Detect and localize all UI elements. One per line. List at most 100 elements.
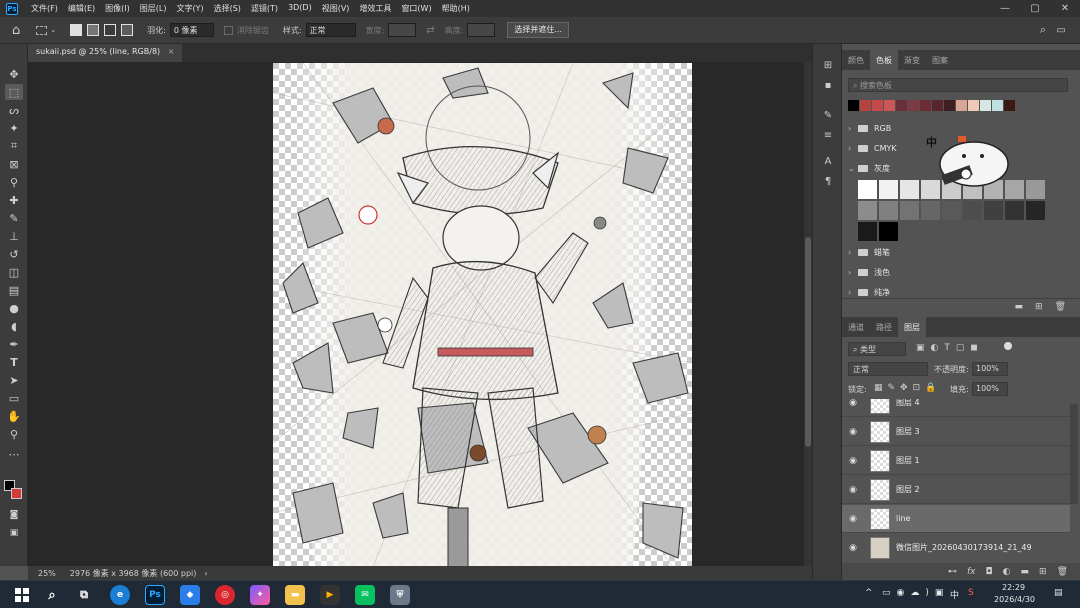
filter-toggle-icon[interactable] xyxy=(1004,342,1012,350)
width-input[interactable] xyxy=(388,23,417,37)
chevron-right-icon[interactable]: › xyxy=(848,248,858,257)
chevron-right-icon[interactable]: › xyxy=(848,268,858,277)
menu-item[interactable]: 编辑(E) xyxy=(63,3,100,14)
quick-mask-icon[interactable]: ◙ xyxy=(5,507,23,523)
wechat-icon[interactable]: ✉ xyxy=(355,585,375,605)
menu-item[interactable]: 窗口(W) xyxy=(396,3,436,14)
gray-swatch[interactable] xyxy=(879,201,898,220)
screen-mode-icon[interactable]: ▣ xyxy=(5,525,23,541)
type-tool-icon[interactable]: T xyxy=(5,354,23,370)
visibility-eye-icon[interactable]: ◉ xyxy=(842,456,864,466)
dodge-tool-icon[interactable]: ◖ xyxy=(5,318,23,334)
rect-marquee-icon[interactable] xyxy=(36,25,48,35)
swatch-search-input[interactable]: ⌕ 搜索色板 xyxy=(848,78,1068,92)
notifications-icon[interactable]: ▤ xyxy=(1054,588,1063,598)
layer-filter-icons[interactable]: ▣◐T▢◼ xyxy=(916,343,984,353)
healing-brush-icon[interactable]: ✚ xyxy=(5,192,23,208)
recent-swatch[interactable] xyxy=(872,100,883,111)
blur-tool-icon[interactable]: ● xyxy=(5,300,23,316)
gray-swatch[interactable] xyxy=(942,201,961,220)
hand-tool-icon[interactable]: ✋ xyxy=(5,408,23,424)
workspace-icon[interactable]: ▭ xyxy=(1057,25,1066,36)
marquee-tool-icon[interactable]: ⬚ xyxy=(5,84,23,100)
maximize-button[interactable]: ▢ xyxy=(1020,0,1050,17)
edge-icon[interactable]: e xyxy=(110,585,130,605)
new-group-icon[interactable]: ▬ xyxy=(1015,302,1024,312)
recent-swatch[interactable] xyxy=(980,100,991,111)
visibility-eye-icon[interactable]: ◉ xyxy=(842,485,864,495)
vertical-scrollbar[interactable] xyxy=(804,62,812,566)
feather-input[interactable]: 0 像素 xyxy=(169,23,214,37)
new-selection-icon[interactable] xyxy=(70,24,83,36)
gray-swatch[interactable] xyxy=(921,201,940,220)
layer-row[interactable]: ◉ 图层 3 xyxy=(842,418,1070,446)
gradient-tool-icon[interactable]: ▤ xyxy=(5,282,23,298)
recent-swatch[interactable] xyxy=(968,100,979,111)
layer-row[interactable]: ◉ 图层 1 xyxy=(842,447,1070,475)
paragraph-panel-icon[interactable]: ¶ xyxy=(820,176,836,190)
file-explorer-icon[interactable]: ▬ xyxy=(285,585,305,605)
lock-icons[interactable]: ▦✎✥⊡🔒 xyxy=(874,383,941,393)
netease-music-icon[interactable]: ◎ xyxy=(215,585,235,605)
menu-item[interactable]: 图像(I) xyxy=(100,3,135,14)
chevron-right-icon[interactable]: › xyxy=(848,144,858,153)
clone-stamp-icon[interactable]: ⊥ xyxy=(5,228,23,244)
link-layers-icon[interactable]: ⊷ xyxy=(948,567,957,577)
swap-icon[interactable]: ⇄ xyxy=(426,25,434,36)
security-app-icon[interactable]: ⛨ xyxy=(390,585,410,605)
intersect-selection-icon[interactable] xyxy=(121,24,134,36)
gray-swatch[interactable] xyxy=(858,201,877,220)
fx-icon[interactable]: fx xyxy=(967,567,976,577)
recent-swatch[interactable] xyxy=(992,100,1003,111)
tab-gradients[interactable]: 渐变 xyxy=(898,50,926,70)
recent-swatch[interactable] xyxy=(956,100,967,111)
minimize-button[interactable]: — xyxy=(990,0,1020,17)
tool-preset-chevron-icon[interactable]: ⌄ xyxy=(50,26,56,34)
eyedropper-icon[interactable]: ⚲ xyxy=(5,174,23,190)
menu-item[interactable]: 文字(Y) xyxy=(171,3,208,14)
tab-swatches[interactable]: 色板 xyxy=(870,50,898,70)
brush-panel-icon[interactable]: ✎ xyxy=(820,110,836,124)
new-swatch-icon[interactable]: ⊞ xyxy=(1035,302,1043,312)
subtract-selection-icon[interactable] xyxy=(104,24,117,36)
swatch-group[interactable]: › RGB xyxy=(848,120,891,136)
select-and-mask-button[interactable]: 选择并遮住... xyxy=(507,22,569,38)
magic-wand-icon[interactable]: ✦ xyxy=(5,120,23,136)
visibility-eye-icon[interactable]: ◉ xyxy=(842,427,864,437)
recent-swatch[interactable] xyxy=(848,100,859,111)
opacity-input[interactable]: 100% xyxy=(972,362,1008,376)
tab-close-icon[interactable]: × xyxy=(168,47,175,56)
recent-swatch[interactable] xyxy=(944,100,955,111)
new-layer-icon[interactable]: ⊞ xyxy=(1039,567,1047,577)
visibility-eye-icon[interactable]: ◉ xyxy=(842,543,864,553)
search-icon[interactable]: ⌕ xyxy=(1040,23,1046,37)
swatch-group[interactable]: ⌄ 灰度 xyxy=(848,160,890,176)
tray-chevron-icon[interactable]: ^ xyxy=(865,588,873,598)
layer-filter-select[interactable]: ⌕ 类型 xyxy=(848,342,906,356)
menu-item[interactable]: 文件(F) xyxy=(26,3,63,14)
home-icon[interactable]: ⌂ xyxy=(12,23,20,38)
input-method-icon[interactable]: S xyxy=(968,588,974,598)
recent-swatch[interactable] xyxy=(920,100,931,111)
lark-icon[interactable]: ◆ xyxy=(180,585,200,605)
swatch-group[interactable]: › 浅色 xyxy=(848,264,890,280)
gray-swatch[interactable] xyxy=(1026,201,1045,220)
visibility-eye-icon[interactable]: ◉ xyxy=(842,399,864,408)
menu-item[interactable]: 滤镜(T) xyxy=(246,3,283,14)
clock-time[interactable]: 22:29 xyxy=(1002,583,1025,592)
fill-input[interactable]: 100% xyxy=(972,382,1008,396)
visibility-eye-icon[interactable]: ◉ xyxy=(842,514,864,524)
artwork-canvas[interactable] xyxy=(273,63,692,567)
tray-status-icons[interactable]: ▭◉☁)▣ xyxy=(882,588,949,598)
gray-swatch[interactable] xyxy=(1026,180,1045,199)
start-icon[interactable] xyxy=(12,585,32,605)
tab-paths[interactable]: 路径 xyxy=(870,317,898,337)
clock-date[interactable]: 2026/4/30 xyxy=(994,595,1035,604)
history-brush-icon[interactable]: ↺ xyxy=(5,246,23,262)
recent-swatch[interactable] xyxy=(884,100,895,111)
adjustments-panel-icon[interactable]: ≡ xyxy=(820,130,836,144)
media-app-icon[interactable]: ▶ xyxy=(320,585,340,605)
pen-tool-icon[interactable]: ✒ xyxy=(5,336,23,352)
recent-swatch[interactable] xyxy=(1004,100,1015,111)
layers-scrollbar[interactable] xyxy=(1070,404,1078,504)
